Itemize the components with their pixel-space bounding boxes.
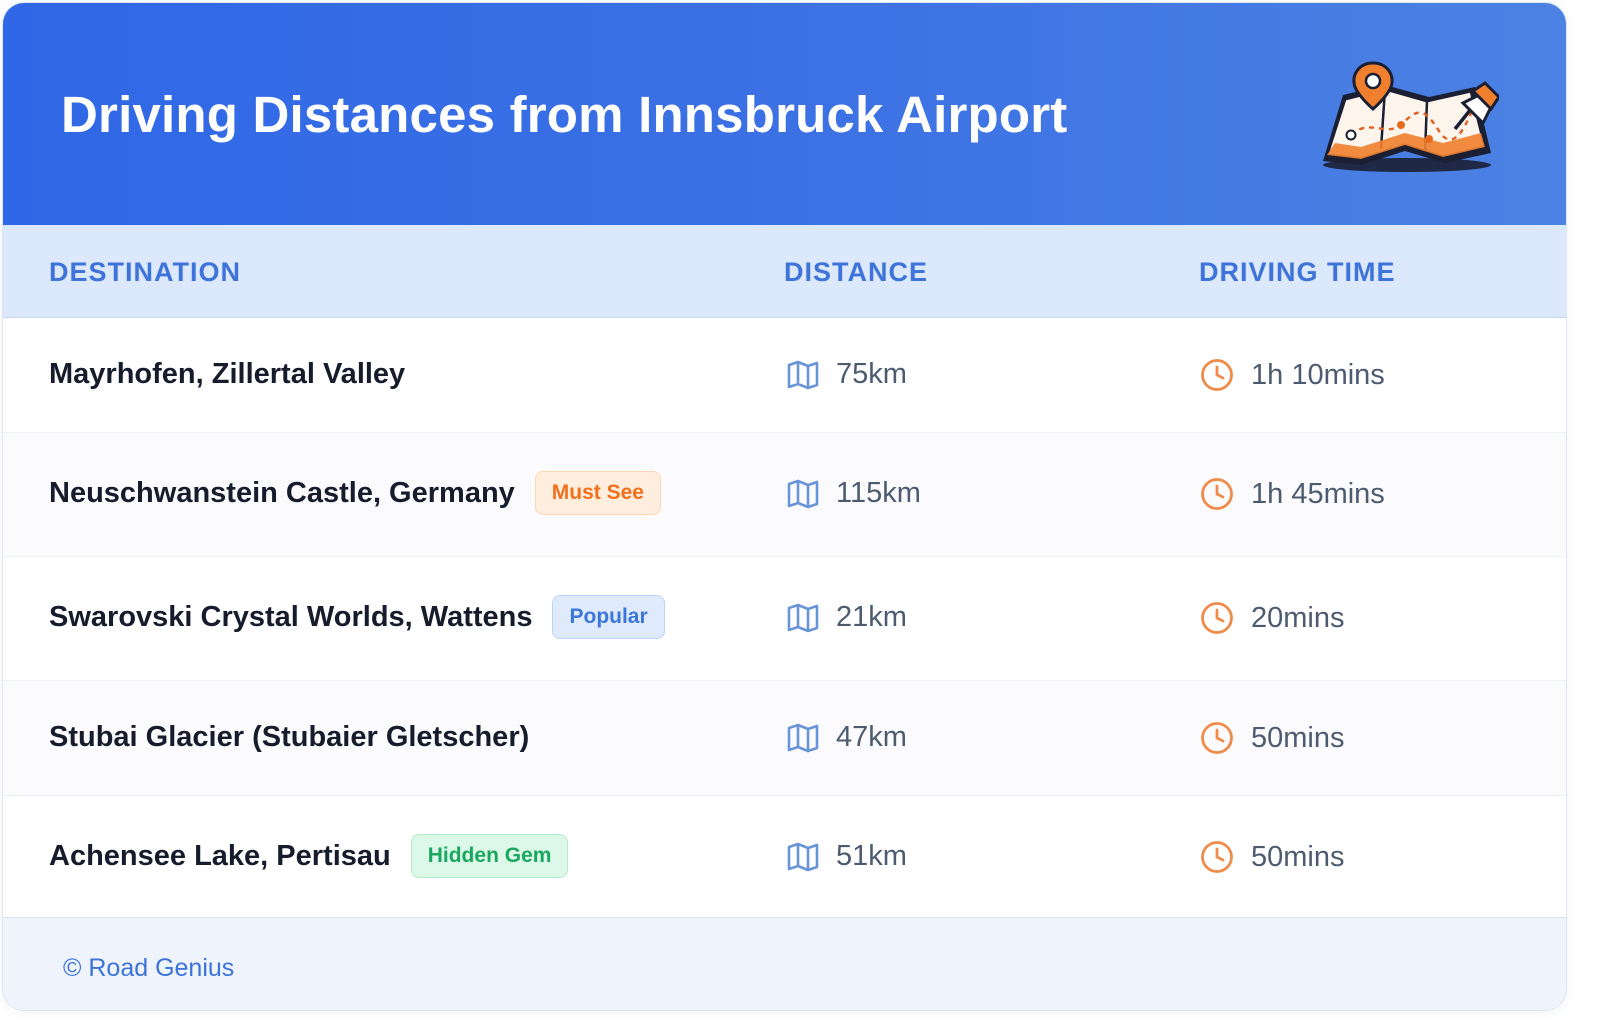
destination-name: Stubai Glacier (Stubaier Gletscher) [49, 721, 530, 753]
time-value: 1h 45mins [1251, 477, 1385, 510]
map-icon [787, 479, 819, 508]
time-value: 50mins [1251, 721, 1345, 754]
distance-value: 51km [836, 840, 907, 872]
distance-value: 115km [836, 477, 921, 509]
footer: © Road Genius [3, 917, 1566, 1010]
destination-name: Neuschwanstein Castle, Germany [49, 476, 515, 509]
distance-cell: 75km [787, 358, 907, 391]
map-icon [787, 842, 819, 871]
map-icon [787, 603, 819, 632]
destination-name: Achensee Lake, Pertisau [49, 839, 391, 872]
table-row[interactable]: Neuschwanstein Castle, Germany Must See … [3, 433, 1566, 557]
distance-cell: 115km [787, 477, 921, 510]
destination-cell: Achensee Lake, Pertisau Hidden Gem [49, 834, 569, 878]
time-cell: 50mins [1200, 840, 1345, 874]
popular-badge: Popular [552, 595, 665, 639]
hidden-gem-badge: Hidden Gem [410, 834, 569, 878]
map-icon [787, 723, 819, 752]
column-header-driving-time[interactable]: DRIVING TIME [1199, 257, 1396, 288]
destination-cell: Mayrhofen, Zillertal Valley [49, 358, 405, 391]
folded-map-with-pins-icon [1323, 61, 1499, 172]
page-title: Driving Distances from Innsbruck Airport [61, 86, 1068, 143]
clock-icon [1201, 602, 1233, 634]
time-cell: 20mins [1200, 601, 1345, 635]
footer-credit-link[interactable]: © Road Genius [63, 954, 234, 983]
column-header-distance[interactable]: DISTANCE [784, 257, 928, 288]
time-value: 1h 10mins [1251, 358, 1385, 391]
table-row[interactable]: Mayrhofen, Zillertal Valley 75km 1h 10mi… [3, 318, 1566, 433]
column-header-destination[interactable]: DESTINATION [49, 257, 241, 288]
distance-cell: 51km [787, 840, 907, 873]
time-value: 20mins [1251, 601, 1345, 634]
time-cell: 50mins [1200, 721, 1345, 755]
destination-name: Swarovski Crystal Worlds, Wattens [49, 600, 533, 633]
distance-value: 75km [836, 358, 907, 390]
distance-value: 21km [836, 601, 907, 633]
clock-icon [1201, 722, 1233, 754]
must-see-badge: Must See [534, 471, 661, 515]
destination-cell: Swarovski Crystal Worlds, Wattens Popula… [49, 595, 665, 639]
clock-icon [1201, 478, 1233, 510]
time-cell: 1h 10mins [1200, 358, 1385, 392]
distance-card: Driving Distances from Innsbruck Airport… [2, 2, 1567, 1011]
distance-value: 47km [836, 721, 907, 753]
destination-name: Mayrhofen, Zillertal Valley [49, 358, 406, 390]
destination-cell: Neuschwanstein Castle, Germany Must See [49, 471, 661, 515]
time-value: 50mins [1251, 840, 1345, 873]
clock-icon [1201, 359, 1233, 391]
distance-cell: 47km [787, 721, 907, 754]
clock-icon [1201, 841, 1233, 873]
header-banner: Driving Distances from Innsbruck Airport [3, 3, 1566, 225]
map-icon [787, 360, 819, 389]
destination-cell: Stubai Glacier (Stubaier Gletscher) [49, 721, 529, 754]
table-row[interactable]: Stubai Glacier (Stubaier Gletscher) 47km… [3, 681, 1566, 796]
distance-cell: 21km [787, 601, 907, 634]
table-row[interactable]: Swarovski Crystal Worlds, Wattens Popula… [3, 557, 1566, 681]
table-row[interactable]: Achensee Lake, Pertisau Hidden Gem 51km … [3, 796, 1566, 917]
time-cell: 1h 45mins [1200, 477, 1385, 511]
table-header: DESTINATION DISTANCE DRIVING TIME [3, 225, 1566, 320]
